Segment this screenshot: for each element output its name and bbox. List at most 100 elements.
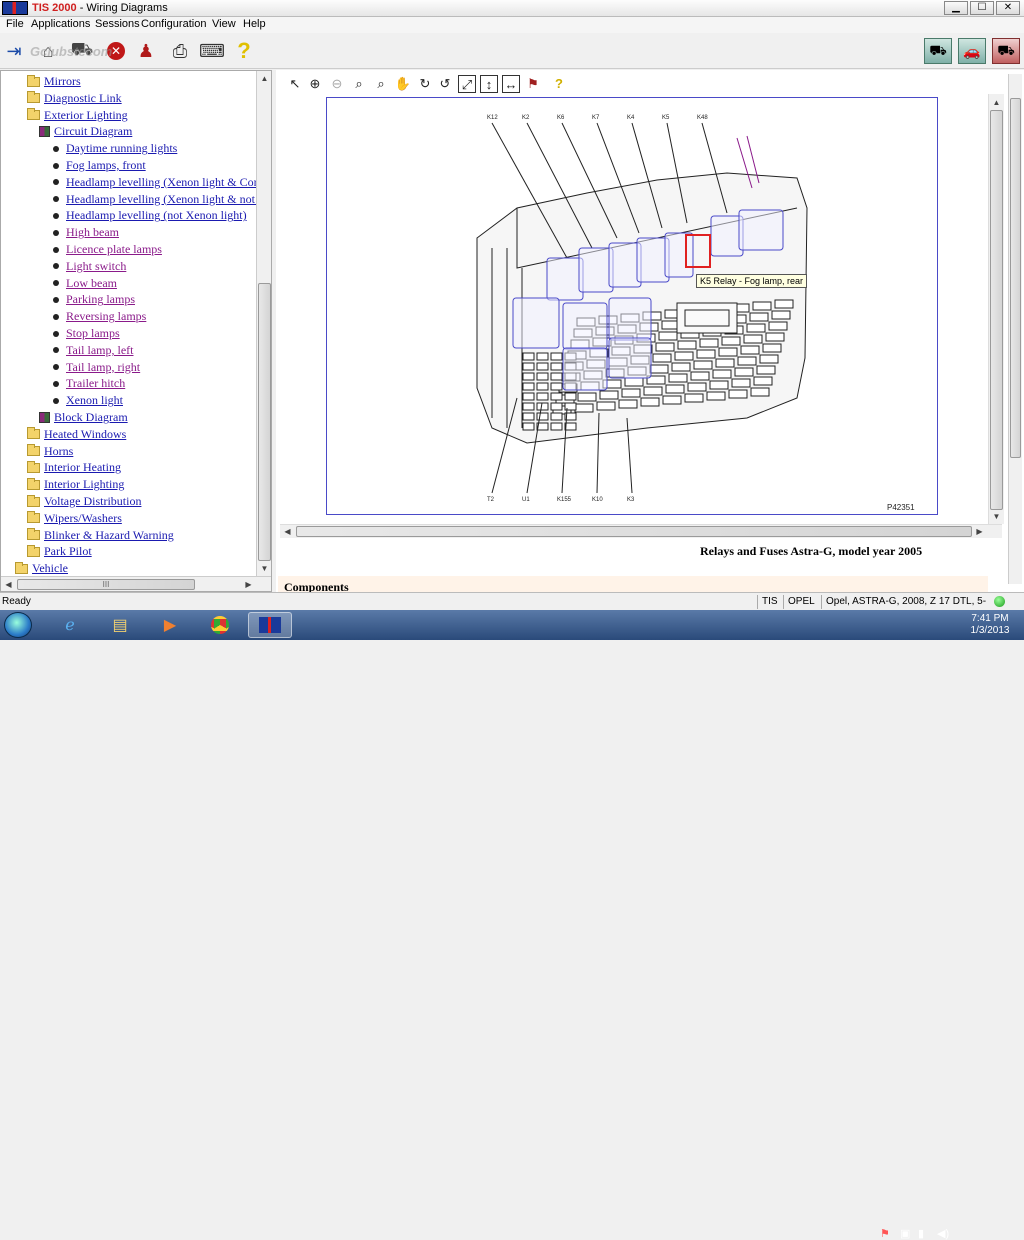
- tree-item[interactable]: Mirrors: [27, 73, 81, 90]
- tree-vertical-scrollbar[interactable]: ▲ ▼: [256, 71, 271, 576]
- diagram-scroll-up-icon[interactable]: ▲: [989, 98, 1004, 107]
- user-icon[interactable]: ♟: [134, 39, 158, 63]
- tree-hscroll-thumb[interactable]: III: [17, 579, 195, 590]
- tree-item[interactable]: Headlamp levelling (Xenon light & not (: [53, 191, 262, 208]
- diagram-help-icon[interactable]: ?: [550, 75, 568, 93]
- relay-fuse-diagram[interactable]: K12 K2 K6 K7 K4 K5 K48 T2 U1 K155 K10 K3 P42351: [326, 97, 938, 515]
- tree-item[interactable]: Trailer hitch: [53, 375, 125, 392]
- tree-item[interactable]: Vehicle: [15, 560, 68, 577]
- diagram-scroll-right-icon[interactable]: ▶: [972, 527, 987, 536]
- tree-item[interactable]: Blinker & Hazard Warning: [27, 527, 174, 544]
- relay-outline: [608, 242, 642, 288]
- fuse-slot: [709, 380, 729, 390]
- system-clock[interactable]: 7:41 PM 1/3/2013: [958, 613, 1022, 637]
- tree-item[interactable]: Heated Windows: [27, 426, 126, 443]
- fit-window-icon[interactable]: ⤢: [458, 75, 476, 93]
- chrome-icon[interactable]: [198, 612, 242, 638]
- scroll-right-icon[interactable]: ▶: [241, 580, 256, 589]
- menu-help[interactable]: Help: [243, 18, 266, 30]
- tree-item-label: High beam: [66, 225, 119, 240]
- tree-item[interactable]: Parking lamps: [53, 291, 135, 308]
- tray-device-icon[interactable]: ▣: [900, 1227, 910, 1240]
- measure-icon[interactable]: ⚑: [524, 75, 542, 93]
- tree-item[interactable]: Interior Lighting: [27, 476, 124, 493]
- diagram-vertical-scrollbar[interactable]: ▲ ▼: [988, 94, 1004, 524]
- keyboard-icon[interactable]: ⌨: [199, 39, 225, 63]
- fuse-slot: [550, 412, 563, 421]
- tray-network-icon[interactable]: ▮: [918, 1227, 924, 1240]
- tray-volume-icon[interactable]: ◀): [937, 1227, 949, 1240]
- fuse-slot: [668, 373, 688, 383]
- ie-icon[interactable]: ℯ: [48, 612, 92, 638]
- tree-item[interactable]: Block Diagram: [39, 409, 128, 426]
- start-button[interactable]: [4, 612, 32, 638]
- menu-view[interactable]: View: [212, 18, 236, 30]
- tree-item[interactable]: Reversing lamps: [53, 308, 146, 325]
- pane-vertical-scrollbar[interactable]: [1008, 74, 1022, 584]
- tree-item[interactable]: Tail lamp, left: [53, 342, 133, 359]
- exit-icon[interactable]: ⇥: [2, 39, 26, 63]
- menu-file[interactable]: File: [6, 18, 24, 30]
- vehicle-alert-icon[interactable]: ⛟: [992, 38, 1020, 64]
- vehicle-diag-icon[interactable]: ⛟: [924, 38, 952, 64]
- pointer-icon[interactable]: ↖: [286, 75, 304, 93]
- zoom-in-icon[interactable]: ⊕: [306, 75, 324, 93]
- zoom-icon[interactable]: ⌕: [350, 75, 368, 93]
- tree-item[interactable]: Stop lamps: [53, 325, 120, 342]
- zoom-out-icon[interactable]: ⊖: [328, 75, 346, 93]
- tis-taskbar-icon[interactable]: [248, 612, 292, 638]
- tree-item[interactable]: Circuit Diagram: [39, 123, 132, 140]
- tree-item[interactable]: Exterior Lighting: [27, 107, 128, 124]
- scroll-down-icon[interactable]: ▼: [257, 564, 271, 573]
- menu-sessions[interactable]: Sessions: [95, 18, 140, 30]
- diagram-scroll-left-icon[interactable]: ◀: [280, 527, 295, 536]
- help-icon[interactable]: ?: [232, 38, 256, 63]
- tree-item[interactable]: Horns: [27, 443, 73, 460]
- print-icon[interactable]: ⎙: [168, 39, 192, 63]
- pane-scroll-thumb[interactable]: [1010, 98, 1021, 458]
- scroll-left-icon[interactable]: ◀: [1, 580, 16, 589]
- rotate-icon[interactable]: ↻: [416, 75, 434, 93]
- tree-item[interactable]: Low beam: [53, 275, 117, 292]
- bullet-icon: [53, 296, 59, 303]
- menu-applications[interactable]: Applications: [31, 18, 90, 30]
- close-button[interactable]: ✕: [996, 1, 1020, 15]
- tree-item[interactable]: Licence plate lamps: [53, 241, 162, 258]
- tree-item[interactable]: Wipers/Washers: [27, 510, 122, 527]
- maximize-button[interactable]: ☐: [970, 1, 994, 15]
- tree-item[interactable]: Fog lamps, front: [53, 157, 146, 174]
- diagram-scroll-down-icon[interactable]: ▼: [989, 512, 1004, 521]
- fit-width-icon[interactable]: ↔: [502, 75, 520, 93]
- diagram-horizontal-scrollbar[interactable]: ◀ ▶: [280, 524, 1002, 538]
- scroll-up-icon[interactable]: ▲: [257, 74, 271, 83]
- tray-flag-icon[interactable]: ⚑: [880, 1227, 890, 1240]
- tree-item[interactable]: Tail lamp, right: [53, 359, 140, 376]
- tree-item[interactable]: Light switch: [53, 258, 126, 275]
- menu-configuration[interactable]: Configuration: [141, 18, 206, 30]
- tree-item[interactable]: Park Pilot: [27, 543, 92, 560]
- pan-hand-icon[interactable]: ✋: [394, 75, 412, 93]
- media-player-icon[interactable]: ▶: [148, 612, 192, 638]
- tree-item[interactable]: High beam: [53, 224, 119, 241]
- tree-item[interactable]: Interior Heating: [27, 459, 121, 476]
- fit-height-icon[interactable]: ↕: [480, 75, 498, 93]
- components-heading: Components: [284, 580, 349, 592]
- rotate-back-icon[interactable]: ↺: [436, 75, 454, 93]
- tree-item[interactable]: Diagnostic Link: [27, 90, 122, 107]
- relay-label: K7: [592, 115, 600, 121]
- tree-item[interactable]: Voltage Distribution: [27, 493, 141, 510]
- tree-item[interactable]: Headlamp levelling (not Xenon light): [53, 207, 247, 224]
- fuse-slot: [550, 352, 563, 361]
- explorer-icon[interactable]: ▤: [98, 612, 142, 638]
- tree-horizontal-scrollbar[interactable]: ◀ III ▶: [1, 576, 271, 591]
- tree-item[interactable]: Xenon light: [53, 392, 123, 409]
- zoom-area-icon[interactable]: ⌕: [372, 75, 390, 93]
- diagram-hscroll-thumb[interactable]: [296, 526, 972, 537]
- diagram-scroll-thumb[interactable]: [990, 110, 1003, 510]
- fuse-slot: [522, 402, 535, 411]
- tree-scroll-thumb[interactable]: [258, 283, 271, 561]
- tree-item[interactable]: Headlamp levelling (Xenon light & Con: [53, 174, 260, 191]
- tree-item[interactable]: Daytime running lights: [53, 140, 177, 157]
- vehicle-front-icon[interactable]: 🚗: [958, 38, 986, 64]
- minimize-button[interactable]: ▁: [944, 1, 968, 15]
